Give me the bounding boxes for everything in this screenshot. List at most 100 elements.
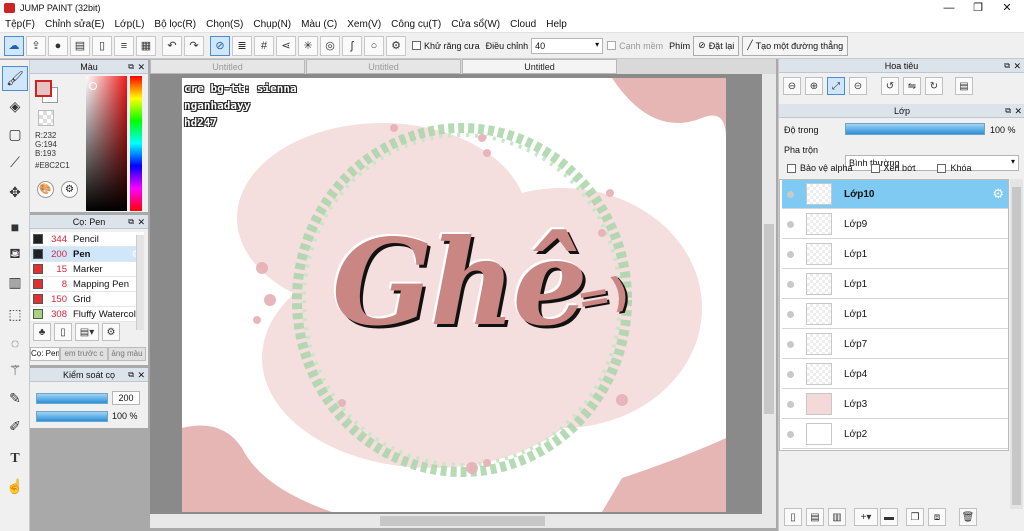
layer-row[interactable]: Lớp4 bbox=[782, 360, 1008, 389]
radial-icon[interactable]: ✳ bbox=[298, 35, 318, 56]
pin-icon[interactable]: ⧉ bbox=[1005, 104, 1011, 118]
brush-item[interactable]: 308 Fluffy Watercol bbox=[31, 307, 144, 322]
minimize-button[interactable]: — bbox=[934, 0, 964, 16]
saturation-value-picker[interactable] bbox=[86, 76, 127, 211]
merge-layer-icon[interactable]: ⧈ bbox=[928, 508, 946, 526]
correction-select[interactable]: 40 ▾ bbox=[531, 37, 604, 54]
pin-icon[interactable]: ⧉ bbox=[128, 60, 134, 74]
new-raster-layer-icon[interactable]: ▤ bbox=[806, 508, 824, 526]
menu-file[interactable]: Tệp(F) bbox=[0, 19, 40, 30]
parallel-lines-icon[interactable]: ≣ bbox=[232, 35, 252, 56]
fit-screen-icon[interactable]: ⤢ bbox=[827, 77, 845, 95]
close-icon[interactable]: ✕ bbox=[137, 60, 145, 74]
layer-row[interactable]: Lớp9 bbox=[782, 210, 1008, 239]
foreground-color-swatch[interactable] bbox=[35, 80, 52, 97]
new-folder-icon[interactable]: ▬ bbox=[880, 508, 898, 526]
pin-icon[interactable]: ⧉ bbox=[128, 368, 134, 382]
text-tool-icon[interactable]: T bbox=[2, 446, 28, 471]
tab-palette[interactable]: ảng màu bbox=[108, 347, 146, 361]
navigator-menu-icon[interactable]: ▤ bbox=[955, 77, 973, 95]
menu-select[interactable]: Chọn(S) bbox=[201, 19, 248, 30]
eraser-tool-icon[interactable]: ◈ bbox=[2, 94, 28, 119]
zoom-actual-icon[interactable]: ⊝ bbox=[849, 77, 867, 95]
gear-icon[interactable]: ⚙ bbox=[992, 186, 1004, 202]
close-icon[interactable]: ✕ bbox=[137, 368, 145, 382]
tab-brush[interactable]: Cọ: Pen bbox=[30, 347, 60, 361]
message-icon[interactable]: ▤ bbox=[70, 35, 90, 56]
close-icon[interactable]: ✕ bbox=[1013, 59, 1021, 73]
brush-menu-icon[interactable]: ▤▾ bbox=[75, 323, 99, 341]
layer-row-selected[interactable]: Lớp10 ⚙ bbox=[782, 180, 1008, 209]
document-icon[interactable]: ▯ bbox=[92, 35, 112, 56]
trash-icon[interactable]: 🗑 bbox=[959, 508, 977, 526]
palette-icon[interactable]: 🎨 bbox=[37, 181, 54, 198]
layer-scroll-thumb[interactable] bbox=[1012, 187, 1021, 505]
clip-checkbox[interactable] bbox=[870, 163, 880, 173]
layer-row[interactable]: Lớp1 bbox=[782, 270, 1008, 299]
brush-item[interactable]: 8 Mapping Pen bbox=[31, 277, 144, 292]
horizontal-scroll-thumb[interactable] bbox=[380, 516, 545, 526]
zoom-in-icon[interactable]: ⊕ bbox=[805, 77, 823, 95]
canvas-horizontal-scrollbar[interactable] bbox=[150, 514, 776, 528]
zoom-out-icon[interactable]: ⊖ bbox=[783, 77, 801, 95]
upload-icon[interactable]: ⇪ bbox=[26, 35, 46, 56]
tab-document-active[interactable]: Untitled bbox=[462, 59, 617, 74]
lasso-tool-icon[interactable]: ◌ bbox=[2, 330, 28, 355]
tab-document[interactable]: Untitled bbox=[150, 59, 305, 74]
layer-row[interactable]: Lớp1 bbox=[782, 240, 1008, 269]
hand-tool-icon[interactable]: ☝ bbox=[2, 474, 28, 499]
duplicate-layer-icon[interactable]: ❐ bbox=[906, 508, 924, 526]
circle-icon[interactable]: ○ bbox=[364, 35, 384, 56]
layer-row[interactable]: Lớp1 bbox=[782, 300, 1008, 329]
fill-rect-tool-icon[interactable]: ■ bbox=[2, 214, 28, 239]
brush-add-icon[interactable]: ♣ bbox=[33, 323, 51, 341]
new-brush-icon[interactable]: ▯ bbox=[54, 323, 72, 341]
brush-item[interactable]: 15 Marker bbox=[31, 262, 144, 277]
antialias-checkbox[interactable] bbox=[412, 41, 421, 50]
new-text-layer-icon[interactable]: ▥ bbox=[828, 508, 846, 526]
perspective-icon[interactable]: ⋖ bbox=[276, 35, 296, 56]
rotate-right-icon[interactable]: ↻ bbox=[925, 77, 943, 95]
close-icon[interactable]: ✕ bbox=[137, 215, 145, 229]
visibility-icon[interactable] bbox=[787, 370, 794, 378]
visibility-icon[interactable] bbox=[787, 400, 794, 408]
rotate-left-icon[interactable]: ↺ bbox=[881, 77, 899, 95]
brush-settings-icon[interactable]: ⚙ bbox=[102, 323, 120, 341]
menu-tools[interactable]: Công cụ(T) bbox=[386, 19, 446, 30]
new-layer-icon[interactable]: ▯ bbox=[784, 508, 802, 526]
flip-icon[interactable]: ⇋ bbox=[903, 77, 921, 95]
menu-view[interactable]: Xem(V) bbox=[342, 19, 386, 30]
palette-settings-icon[interactable]: ⚙ bbox=[61, 181, 78, 198]
concentric-icon[interactable]: ◎ bbox=[320, 35, 340, 56]
brush-item[interactable]: 150 Grid bbox=[31, 292, 144, 307]
grid-icon[interactable]: ▦ bbox=[136, 35, 156, 56]
vertical-scroll-thumb[interactable] bbox=[764, 224, 774, 414]
cloud-icon[interactable]: ☁ bbox=[4, 35, 24, 56]
magic-wand-tool-icon[interactable]: ⚚ bbox=[2, 358, 28, 383]
brush-item[interactable]: 344 Pencil bbox=[31, 232, 144, 247]
brush-item-selected[interactable]: 200Pen⚙ bbox=[31, 247, 144, 262]
move-tool-icon[interactable]: ✥ bbox=[2, 180, 28, 205]
add-layer-menu-icon[interactable]: +▾ bbox=[854, 508, 878, 526]
menu-capture[interactable]: Chụp(N) bbox=[248, 19, 296, 30]
select-eraser-tool-icon[interactable]: ✐ bbox=[2, 414, 28, 439]
layer-row[interactable]: Lớp3 bbox=[782, 390, 1008, 419]
lock-checkbox[interactable] bbox=[937, 163, 947, 173]
layer-row[interactable]: Lớp7 bbox=[782, 330, 1008, 359]
layer-list-scrollbar[interactable] bbox=[1010, 179, 1023, 509]
visibility-icon[interactable] bbox=[787, 220, 794, 228]
brush-tool-icon[interactable]: 🖌 bbox=[2, 66, 28, 91]
transparent-swatch[interactable] bbox=[38, 110, 54, 126]
visibility-icon[interactable] bbox=[787, 250, 794, 258]
menu-edit[interactable]: Chỉnh sửa(E) bbox=[40, 19, 110, 30]
menu-cloud[interactable]: Cloud bbox=[505, 19, 541, 30]
rectangle-tool-icon[interactable]: ▢ bbox=[2, 122, 28, 147]
brush-size-value[interactable]: 200 bbox=[112, 391, 140, 405]
visibility-icon[interactable] bbox=[787, 310, 794, 318]
bucket-tool-icon[interactable]: ⛾ bbox=[2, 242, 28, 267]
no-snap-icon[interactable]: ⊘ bbox=[210, 35, 230, 56]
reset-button[interactable]: ⊘ Đặt lại bbox=[693, 35, 740, 56]
brush-list-scrollbar[interactable] bbox=[136, 235, 144, 330]
redo-icon[interactable]: ↷ bbox=[184, 35, 204, 56]
visibility-icon[interactable] bbox=[787, 280, 794, 288]
